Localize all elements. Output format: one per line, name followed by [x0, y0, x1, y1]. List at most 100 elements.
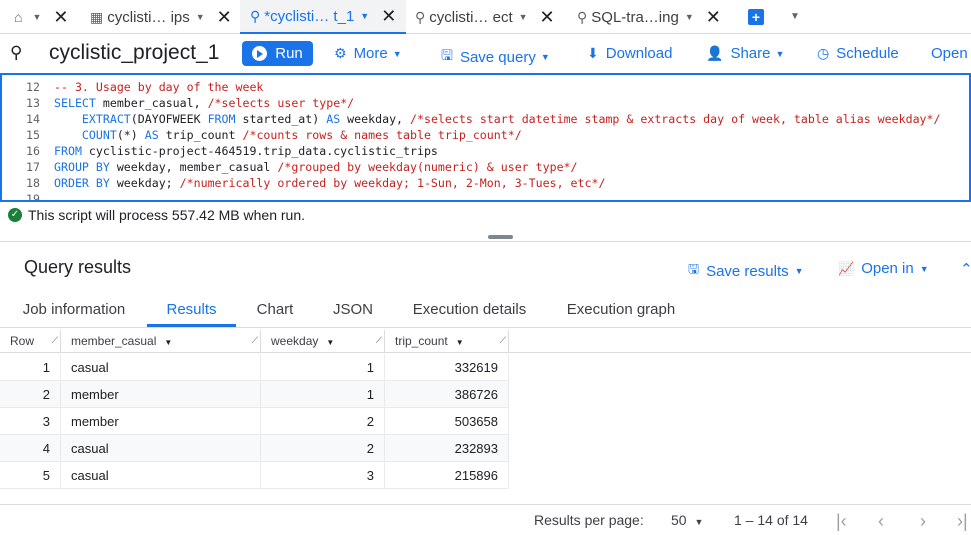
open-in-label: Open in	[861, 260, 914, 277]
close-icon[interactable]: ✕	[540, 7, 555, 28]
tab-bar: ⌂ ▼ ✕ ▦ cyclisti… ips ▼ ✕ ⚲ *cyclisti… t…	[0, 0, 971, 34]
column-label: member_casual	[71, 334, 157, 348]
resize-icon[interactable]: ⟋	[252, 330, 258, 351]
save-results-button[interactable]: 🖫 Save results ▼	[688, 260, 804, 282]
status-text: This script will process 557.42 MB when …	[28, 207, 305, 223]
line-number: 17	[26, 160, 40, 174]
code-token: FROM	[54, 144, 82, 158]
code-token: /*counts rows & names table trip_count*/	[242, 128, 522, 142]
schedule-button[interactable]: ◷ Schedule	[817, 45, 899, 62]
schedule-label: Schedule	[836, 45, 899, 62]
line-number: 16	[26, 144, 40, 158]
code-line: 12 -- 3. Usage by day of the week	[2, 79, 969, 95]
query-icon: ⚲	[415, 8, 426, 25]
table-row[interactable]: 1 casual 1 332619	[0, 354, 509, 381]
chevron-down-icon[interactable]: ▼	[196, 12, 205, 22]
code-token: /*selects user type*/	[207, 96, 355, 110]
gear-icon: ⚙	[334, 45, 347, 61]
resize-icon[interactable]: ⟋	[500, 330, 506, 351]
close-icon[interactable]: ✕	[217, 7, 232, 28]
tab-table[interactable]: ▦ cyclisti… ips ▼ ✕	[90, 0, 232, 34]
code-line: 16 FROM cyclistic-project-464519.trip_dat…	[2, 143, 969, 159]
save-query-label: Save query	[459, 48, 536, 66]
tab-label: SQL-tra…ing	[591, 8, 679, 26]
table-cell: member	[61, 408, 261, 435]
sql-editor[interactable]: 12 -- 3. Usage by day of the week 13 SELECT…	[0, 73, 971, 202]
tab-execution-details[interactable]: Execution details	[412, 296, 527, 327]
chevron-down-icon[interactable]: ▼	[360, 11, 369, 21]
per-page-select[interactable]: 50 ▼	[671, 512, 703, 528]
line-number: 12	[26, 80, 40, 94]
resize-handle[interactable]	[488, 235, 513, 239]
previous-page-icon[interactable]: ‹	[878, 511, 884, 532]
tab-label: cyclisti… ect	[429, 8, 513, 26]
code-text: COUNT(*) AS trip_count /*counts rows & n…	[54, 127, 522, 143]
code-token: (DAYOFWEEK	[130, 112, 208, 126]
table-cell: 1	[0, 354, 61, 381]
open-in-button[interactable]: 📈 Open in ▼	[838, 260, 929, 277]
table-cell: casual	[61, 435, 261, 462]
line-number: 19	[26, 192, 40, 202]
column-header-row[interactable]: Row ⟋	[0, 330, 61, 353]
table-icon: ▦	[90, 8, 104, 25]
expand-icon[interactable]: ⌃	[960, 260, 971, 278]
sort-icon[interactable]: ▼	[326, 338, 334, 347]
run-button[interactable]: Run	[242, 41, 313, 66]
column-header-member-casual[interactable]: member_casual ▼ ⟋	[61, 330, 261, 353]
code-token: member_casual,	[95, 96, 208, 110]
table-row[interactable]: 3 member 2 503658	[0, 408, 509, 435]
code-token: AS	[326, 112, 341, 126]
tab-query[interactable]: ⚲ cyclisti… ect ▼ ✕	[415, 0, 555, 34]
share-button[interactable]: 👤 Share ▼	[706, 45, 784, 62]
tab-execution-graph[interactable]: Execution graph	[566, 296, 676, 327]
open-button[interactable]: Open	[931, 45, 968, 62]
chevron-down-icon[interactable]: ▼	[32, 12, 41, 22]
table-cell: 386726	[385, 381, 509, 408]
column-header-weekday[interactable]: weekday ▼ ⟋	[261, 330, 385, 353]
column-header-trip-count[interactable]: trip_count ▼ ⟋	[385, 330, 509, 353]
table-row[interactable]: 2 member 1 386726	[0, 381, 509, 408]
tab-active-query[interactable]: ⚲ *cyclisti… t_1 ▼ ✕	[240, 0, 407, 34]
sort-icon[interactable]: ▼	[164, 338, 172, 347]
tab-chart[interactable]: Chart	[255, 296, 295, 327]
last-page-icon[interactable]: ›|	[957, 511, 968, 532]
download-button[interactable]: ⬇ Download	[587, 45, 672, 62]
tab-json[interactable]: JSON	[333, 296, 373, 327]
chevron-down-icon[interactable]: ▼	[685, 12, 694, 22]
resize-icon[interactable]: ⟋	[52, 330, 58, 351]
code-line: 13 SELECT member_casual, /*selects user t…	[2, 95, 969, 111]
table-cell: 232893	[385, 435, 509, 462]
validation-status: ✓ This script will process 557.42 MB whe…	[8, 207, 305, 223]
table-cell: 2	[0, 381, 61, 408]
more-button[interactable]: ⚙ More ▼	[334, 45, 402, 62]
code-token: /*selects start datetime stamp & extract…	[410, 112, 941, 126]
save-icon: 🖫	[688, 261, 700, 276]
chevron-down-icon[interactable]: ▼	[790, 11, 800, 22]
new-tab-icon[interactable]: +	[748, 9, 764, 25]
chevron-down-icon: ▼	[392, 48, 402, 59]
next-page-icon[interactable]: ›	[920, 511, 926, 532]
tab-query[interactable]: ⚲ SQL-tra…ing ▼ ✕	[577, 0, 721, 34]
query-icon: ⚲	[250, 7, 261, 24]
code-token: started_at)	[235, 112, 327, 126]
chevron-down-icon[interactable]: ▼	[519, 12, 528, 22]
save-query-button[interactable]: 🖫 Save query ▼	[441, 45, 550, 69]
close-icon[interactable]: ✕	[53, 7, 68, 28]
sort-icon[interactable]: ▼	[456, 338, 464, 347]
play-icon	[252, 46, 268, 61]
close-icon[interactable]: ✕	[706, 7, 721, 28]
first-page-icon[interactable]: |‹	[836, 511, 847, 532]
resize-icon[interactable]: ⟋	[376, 330, 382, 351]
tab-results[interactable]: Results	[147, 296, 236, 327]
add-person-icon: 👤	[706, 45, 724, 61]
query-icon: ⚲	[577, 8, 588, 25]
close-icon[interactable]: ✕	[381, 6, 396, 27]
table-row[interactable]: 4 casual 2 232893	[0, 435, 509, 462]
column-label: Row	[10, 334, 35, 348]
tab-home[interactable]: ⌂ ▼ ✕	[14, 0, 68, 34]
page-range: 1 – 14 of 14	[734, 512, 808, 528]
tab-job-information[interactable]: Job information	[20, 296, 128, 327]
column-label: trip_count	[395, 334, 448, 348]
code-line: 14 EXTRACT(DAYOFWEEK FROM started_at) AS…	[2, 111, 969, 127]
table-row[interactable]: 5 casual 3 215896	[0, 462, 509, 489]
